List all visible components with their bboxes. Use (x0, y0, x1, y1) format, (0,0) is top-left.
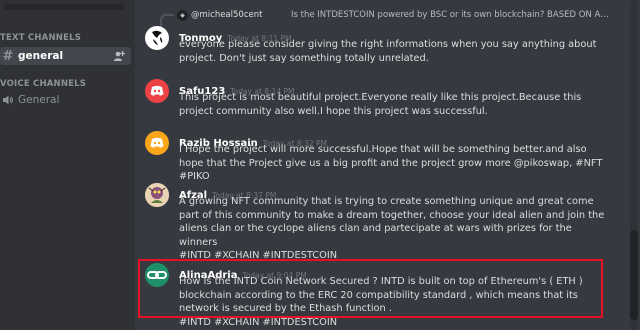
message-content: How Is the INTD Coin Network Secured ? I… (179, 275, 605, 329)
message-content: A growing NFT community that is trying t… (179, 195, 605, 263)
channel-sidebar: TEXT CHANNELS # general VOICE CHANNELS G… (0, 0, 135, 330)
message-text: A growing NFT community that is trying t… (179, 196, 605, 248)
message-content: I Hope the project will more successful.… (179, 144, 603, 183)
avatar[interactable] (145, 183, 169, 207)
avatar[interactable] (145, 131, 169, 155)
reply-avatar[interactable]: ◆ (177, 10, 188, 21)
message-text: How Is the INTD Coin Network Secured ? I… (179, 276, 583, 315)
reply-author[interactable]: @micheal50cent (191, 10, 262, 20)
avatar[interactable] (145, 263, 169, 287)
sidebar-scroll-remnant (4, 4, 124, 10)
brand-logo-icon (152, 30, 163, 45)
discord-logo-icon (150, 85, 164, 96)
voice-channel-name: General (18, 94, 60, 106)
chain-link-icon (147, 271, 167, 279)
avatar[interactable] (145, 79, 169, 103)
nft-art-avatar-icon (145, 183, 169, 207)
avatar[interactable] (145, 26, 169, 50)
voice-channel-general[interactable]: General (0, 91, 131, 109)
speaker-icon (3, 95, 13, 105)
channel-name: general (18, 50, 64, 62)
invite-member-icon[interactable] (113, 50, 125, 62)
category-text-channels[interactable]: TEXT CHANNELS (0, 33, 81, 43)
reply-connector (160, 14, 174, 28)
chat-scrollbar-thumb[interactable] (630, 230, 638, 320)
reply-preview-text[interactable]: Is the INTDESTCOIN powered by BSC or its… (291, 10, 611, 20)
category-voice-channels[interactable]: VOICE CHANNELS (0, 79, 86, 89)
message-content: everyone please consider giving the righ… (179, 39, 597, 64)
hash-icon: # (2, 48, 14, 64)
channel-item-general[interactable]: # general (0, 47, 131, 65)
message-hashtags: #INTD #XCHAIN #INTDESTCOIN (179, 316, 338, 328)
message-content: This project is most beautiful project.E… (179, 92, 582, 117)
discord-logo-icon (150, 137, 164, 148)
